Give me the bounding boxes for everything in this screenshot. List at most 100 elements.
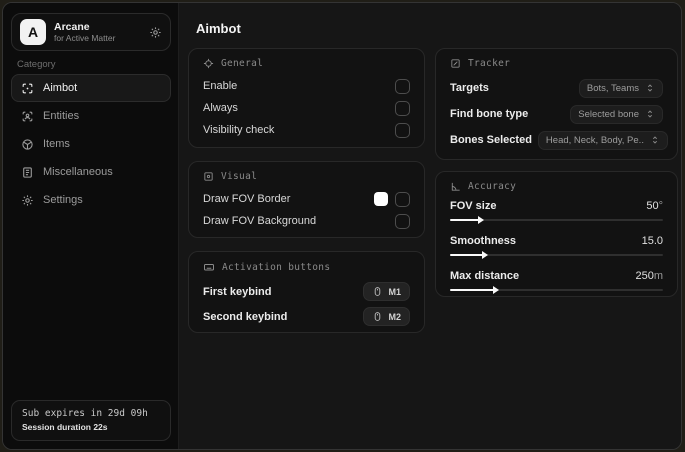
slider-value: 250m [635, 270, 663, 282]
slider-fill [450, 254, 485, 256]
slider-value: 15.0 [641, 235, 663, 247]
keyboard-icon [203, 261, 215, 273]
list-icon [21, 166, 34, 179]
sphere-icon [21, 138, 34, 151]
targets-dropdown[interactable]: Bots, Teams [578, 78, 663, 98]
subscription-card: Sub expires in 29d 09h Session duration … [11, 400, 171, 441]
sidebar-menu: Aimbot Entities Items Miscellaneous Sett… [11, 74, 171, 214]
general-card: General Enable Always Visibility check [188, 48, 425, 148]
crosshair-icon [203, 58, 214, 69]
setting-row-draw-fov-border: Draw FOV Border [203, 188, 410, 210]
slider-value: 50° [646, 200, 663, 212]
setting-row-always: Always [203, 97, 410, 119]
setting-label: Draw FOV Background [203, 215, 317, 227]
expand-icon [650, 135, 660, 145]
keybind-value: M1 [388, 286, 401, 297]
setting-label: Second keybind [203, 310, 288, 323]
slider-handle[interactable] [492, 286, 499, 294]
sidebar-item-label: Settings [43, 194, 83, 206]
visual-card: Visual Draw FOV Border Draw FOV Backgrou… [188, 161, 425, 238]
setting-row-first-keybind: First keybind M1 [203, 279, 410, 304]
expand-icon [645, 109, 655, 119]
setting-row-targets: Targets Bots, Teams [450, 75, 663, 101]
max-distance-slider[interactable] [450, 286, 663, 294]
setting-row-second-keybind: Second keybind M2 [203, 304, 410, 329]
angle-icon [450, 181, 461, 192]
main-content: Aimbot General Enable Always Visibility … [179, 3, 681, 449]
frame-icon [203, 171, 214, 182]
sidebar-item-miscellaneous[interactable]: Miscellaneous [11, 158, 171, 186]
setting-row-enable: Enable [203, 75, 410, 97]
accuracy-card-header: Accuracy [450, 181, 663, 192]
setting-label: Enable [203, 80, 238, 92]
dropdown-value: Selected bone [578, 108, 639, 120]
smoothness-slider[interactable] [450, 251, 663, 259]
setting-label: Max distance [450, 270, 520, 282]
card-title: Tracker [468, 58, 511, 69]
brand-title: Arcane [54, 20, 90, 33]
gear-icon[interactable] [149, 26, 162, 39]
brand-card: A Arcane for Active Matter [11, 13, 171, 51]
visual-card-header: Visual [203, 171, 410, 182]
brand-logo: A [20, 19, 46, 45]
sub-expiry-text: Sub expires in 29d 09h [22, 408, 148, 419]
draw-fov-background-checkbox[interactable] [395, 213, 410, 229]
app-window: A Arcane for Active Matter Category Aimb… [2, 2, 682, 450]
card-title: Visual [221, 171, 258, 182]
mouse-icon [372, 286, 383, 297]
brand-subtitle: for Active Matter [54, 32, 116, 43]
fov-size-slider[interactable] [450, 216, 663, 224]
radar-icon [450, 58, 461, 69]
expand-icon [645, 83, 655, 93]
draw-fov-border-checkbox[interactable] [395, 191, 410, 207]
setting-row-find-bone-type: Find bone type Selected bone [450, 101, 663, 127]
bones-selected-dropdown[interactable]: Head, Neck, Body, Pe.. [537, 130, 668, 150]
brand-text: Arcane for Active Matter [54, 21, 141, 44]
always-checkbox[interactable] [395, 100, 410, 116]
card-title: Accuracy [468, 181, 517, 192]
dropdown-value: Bots, Teams [586, 82, 639, 94]
session-duration-text: Session duration 22s [22, 422, 108, 432]
setting-label: Draw FOV Border [203, 193, 291, 205]
category-label: Category [17, 59, 56, 70]
crosshair-scan-icon [21, 82, 34, 95]
sidebar-item-label: Items [43, 138, 70, 150]
setting-label: Targets [450, 82, 489, 94]
tracker-card-header: Tracker [450, 58, 663, 69]
accuracy-card: Accuracy FOV size 50° Smoothness 15.0 Ma… [435, 171, 678, 297]
setting-label: Always [203, 102, 238, 114]
setting-row-bones-selected: Bones Selected Head, Neck, Body, Pe.. [450, 127, 668, 153]
dropdown-value: Head, Neck, Body, Pe.. [545, 134, 644, 146]
setting-label: FOV size [450, 200, 497, 212]
gear-icon [21, 194, 34, 207]
activation-card-header: Activation buttons [203, 261, 410, 273]
tracker-card: Tracker Targets Bots, Teams Find bone ty… [435, 48, 678, 160]
setting-row-draw-fov-background: Draw FOV Background [203, 210, 410, 232]
find-bone-type-dropdown[interactable]: Selected bone [570, 104, 663, 124]
slider-handle[interactable] [477, 216, 484, 224]
setting-label: Find bone type [450, 108, 529, 120]
activation-card: Activation buttons First keybind M1 Seco… [188, 251, 425, 333]
first-keybind-button[interactable]: M1 [363, 282, 410, 301]
fov-border-color-swatch[interactable] [374, 192, 388, 206]
slider-handle[interactable] [482, 251, 489, 259]
general-card-header: General [203, 58, 410, 69]
person-scan-icon [21, 110, 34, 123]
sidebar-item-aimbot[interactable]: Aimbot [11, 74, 171, 102]
sidebar-item-entities[interactable]: Entities [11, 102, 171, 130]
visibility-check-checkbox[interactable] [395, 122, 410, 138]
card-title: General [221, 58, 264, 69]
sidebar-item-label: Aimbot [43, 82, 78, 94]
keybind-value: M2 [388, 311, 401, 322]
setting-row-visibility-check: Visibility check [203, 119, 410, 141]
setting-label: Bones Selected [450, 134, 532, 146]
sidebar-item-settings[interactable]: Settings [11, 186, 171, 214]
setting-row-smoothness: Smoothness 15.0 [450, 233, 663, 259]
sidebar-item-label: Entities [43, 110, 80, 122]
enable-checkbox[interactable] [395, 78, 410, 94]
sidebar-item-items[interactable]: Items [11, 130, 171, 158]
sidebar-item-label: Miscellaneous [43, 166, 113, 178]
slider-fill [450, 219, 480, 221]
sidebar: A Arcane for Active Matter Category Aimb… [3, 3, 179, 449]
second-keybind-button[interactable]: M2 [363, 307, 410, 326]
